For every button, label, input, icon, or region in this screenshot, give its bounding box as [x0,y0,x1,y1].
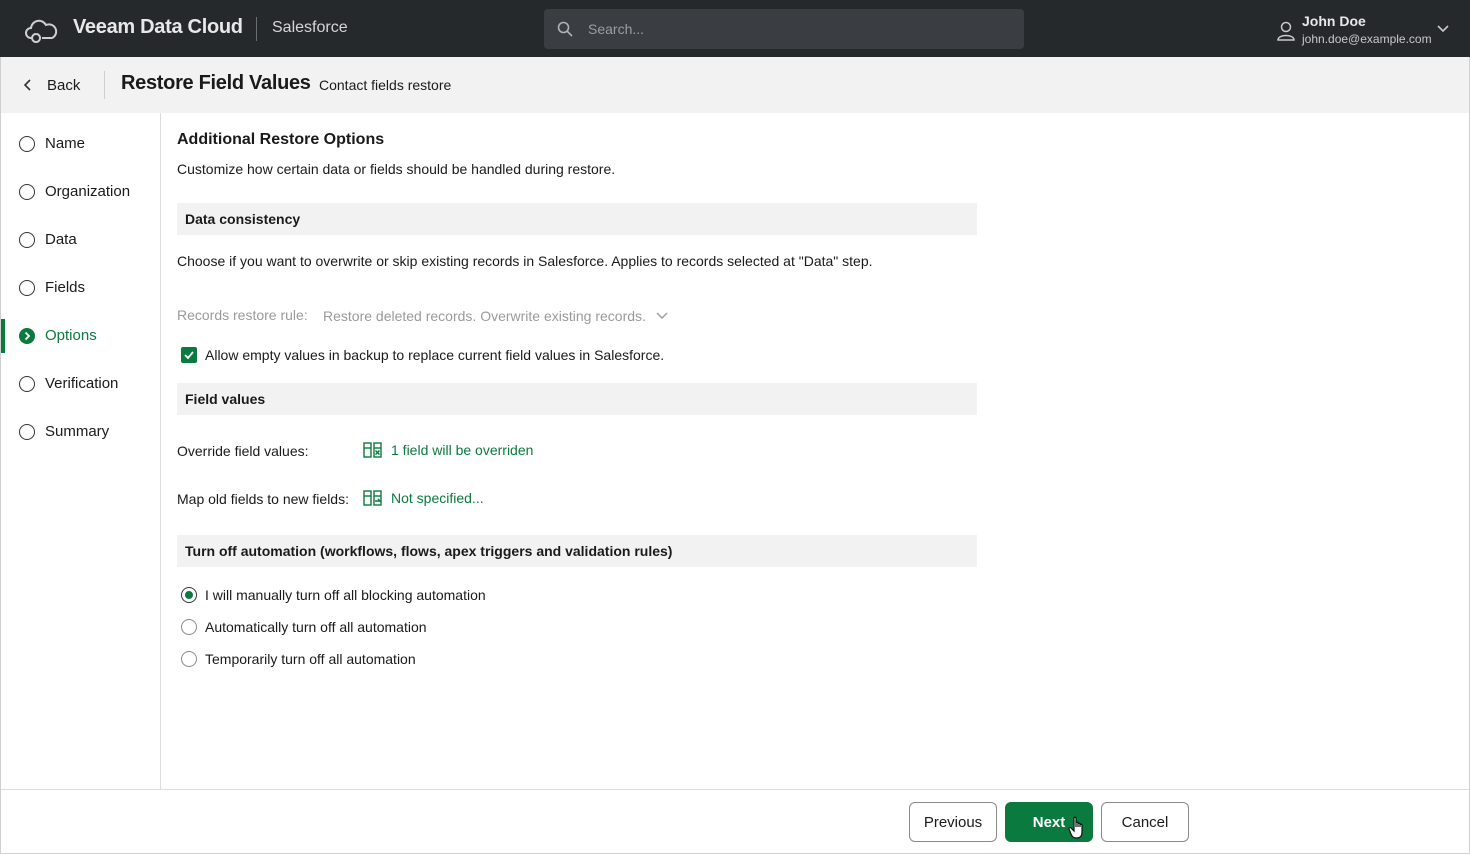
data-consistency-description: Choose if you want to overwrite or skip … [177,253,873,269]
map-fields-value: Not specified... [391,490,484,506]
step-pending-icon [19,424,35,440]
user-icon [1277,21,1295,41]
step-label: Data [45,231,77,248]
chevron-left-icon [23,79,31,91]
step-name[interactable]: Name [1,127,160,161]
group-header-data-consistency: Data consistency [177,203,977,235]
group-header-label: Field values [185,391,266,407]
allow-empty-values-checkbox[interactable] [181,347,197,363]
step-label: Organization [45,183,131,200]
automation-temporary-radio[interactable] [181,651,197,667]
automation-auto-radio[interactable] [181,619,197,635]
step-label: Verification [45,375,119,392]
search-box[interactable] [544,9,1024,49]
group-header-automation: Turn off automation (workflows, flows, a… [177,535,977,567]
step-options[interactable]: Options [1,319,160,353]
step-fields[interactable]: Fields [1,271,160,305]
user-menu[interactable]: John Doe john.doe@example.com [1276,12,1456,48]
automation-option-label[interactable]: Temporarily turn off all automation [205,651,416,667]
wizard-steps: Name Organization Data Fields Options Ve… [1,113,161,789]
brand-divider [256,17,257,41]
override-field-values-label: Override field values: [177,443,309,459]
wizard-footer [1,789,1469,853]
step-pending-icon [19,280,35,296]
page-title: Restore Field Values [121,72,311,94]
step-active-icon [19,328,35,344]
header-divider [104,71,105,99]
override-fields-icon [363,442,382,458]
group-header-label: Data consistency [185,211,301,227]
product-name: Salesforce [272,19,348,36]
step-pending-icon [19,232,35,248]
restore-rule-label: Records restore rule: [177,307,308,323]
map-fields-label: Map old fields to new fields: [177,491,349,507]
top-bar: Veeam Data Cloud Salesforce John Doe joh… [0,0,1470,57]
map-fields-link[interactable]: Not specified... [363,490,484,506]
step-pending-icon [19,184,35,200]
brand-name: Veeam Data Cloud [73,16,243,38]
chevron-down-icon[interactable] [1436,24,1450,34]
cancel-button[interactable]: Cancel [1101,802,1189,842]
allow-empty-values-label[interactable]: Allow empty values in backup to replace … [205,347,664,363]
step-pending-icon [19,136,35,152]
restore-rule-value: Restore deleted records. Overwrite exist… [323,308,646,324]
step-summary[interactable]: Summary [1,415,160,449]
step-verification[interactable]: Verification [1,367,160,401]
user-name: John Doe [1302,13,1366,29]
section-description: Customize how certain data or fields sho… [177,161,616,177]
hand-cursor-icon [1068,816,1083,839]
override-field-values-link[interactable]: 1 field will be overriden [363,442,533,458]
section-title: Additional Restore Options [177,131,385,148]
automation-option-label[interactable]: Automatically turn off all automation [205,619,427,635]
map-fields-icon [363,490,382,506]
step-organization[interactable]: Organization [1,175,160,209]
automation-manual-radio[interactable] [181,587,197,603]
user-email: john.doe@example.com [1302,32,1432,46]
restore-rule-dropdown[interactable]: Restore deleted records. Overwrite exist… [323,306,668,326]
step-data[interactable]: Data [1,223,160,257]
step-label: Name [45,135,86,152]
page-header: Back Restore Field Values Contact fields… [1,57,1469,113]
active-step-indicator [1,319,5,353]
page-subtitle: Contact fields restore [319,77,452,93]
previous-button[interactable]: Previous [909,802,997,842]
automation-option-label[interactable]: I will manually turn off all blocking au… [205,587,486,603]
step-label: Summary [45,423,110,440]
cloud-logo-icon[interactable] [24,14,58,44]
back-label: Back [47,76,81,94]
step-pending-icon [19,376,35,392]
search-input[interactable] [588,9,1008,49]
step-label: Fields [45,279,86,296]
step-label: Options [45,327,97,344]
override-field-values-value: 1 field will be overriden [391,442,534,458]
back-button[interactable]: Back [21,74,80,96]
search-icon [557,21,573,37]
checkmark-icon [184,351,194,360]
group-header-label: Turn off automation (workflows, flows, a… [185,543,673,559]
chevron-down-icon [656,312,668,319]
group-header-field-values: Field values [177,383,977,415]
